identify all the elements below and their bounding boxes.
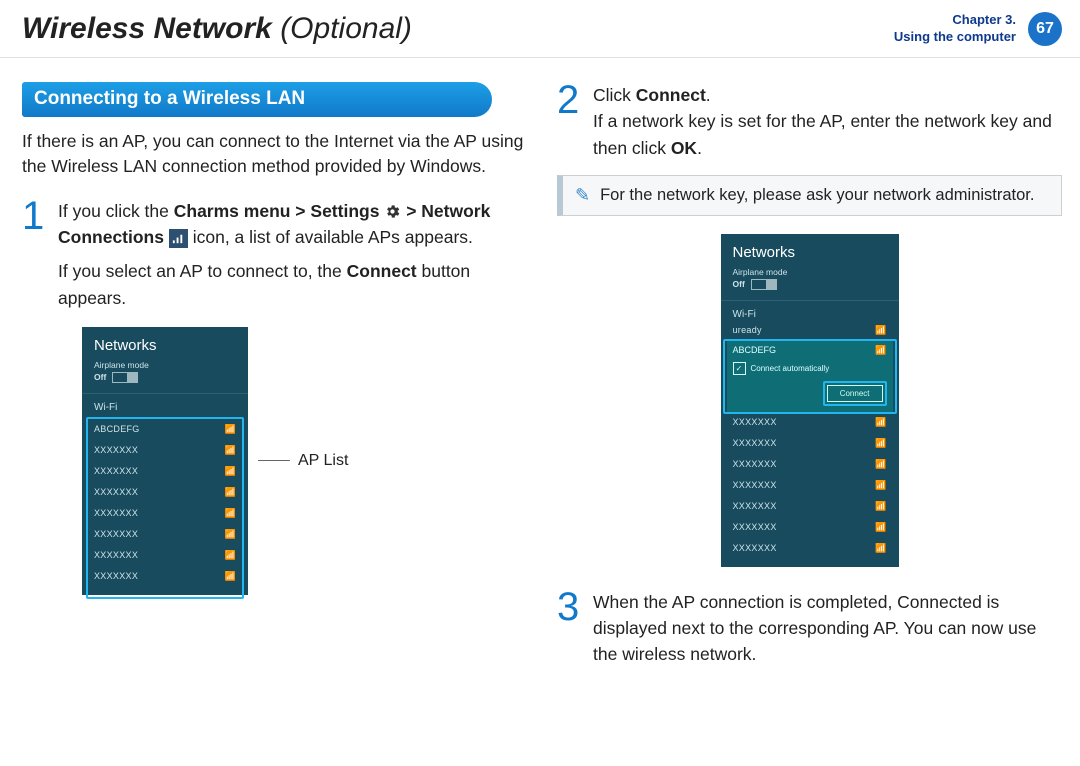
wifi-item[interactable]: XXXXXXX📶 — [82, 545, 248, 566]
page-number-badge: 67 — [1028, 12, 1062, 46]
step-3: 3 When the AP connection is completed, C… — [557, 589, 1062, 668]
chapter-sub: Using the computer — [894, 29, 1016, 45]
step-1: 1 If you click the Charms menu > Setting… — [22, 198, 527, 311]
note-text: For the network key, please ask your net… — [600, 186, 1034, 205]
airplane-label: Airplane mode — [82, 360, 248, 370]
header-right: Chapter 3. Using the computer 67 — [894, 12, 1062, 46]
step-2-number: 2 — [557, 82, 583, 161]
networks-panel-2: Networks Airplane mode Off Wi-Fi uready📶… — [721, 234, 899, 567]
step-2: 2 Click Connect. If a network key is set… — [557, 82, 1062, 161]
panel2-title: Networks — [721, 234, 899, 267]
signal-bars-icon — [169, 229, 188, 248]
wifi-item[interactable]: XXXXXXX📶 — [721, 517, 899, 538]
section-header: Connecting to a Wireless LAN — [22, 82, 492, 117]
step-1-number: 1 — [22, 198, 48, 311]
gear-icon — [384, 203, 401, 220]
page-title: Wireless Network (Optional) — [22, 12, 412, 46]
ap-list-label: AP List — [298, 452, 348, 470]
chapter-label: Chapter 3. — [894, 12, 1016, 28]
wifi-item[interactable]: XXXXXXX📶 — [82, 524, 248, 545]
left-column: Connecting to a Wireless LAN If there is… — [22, 82, 527, 682]
wifi-item[interactable]: XXXXXXX📶 — [721, 454, 899, 475]
wifi-item[interactable]: XXXXXXX📶 — [721, 496, 899, 517]
wifi-item[interactable]: XXXXXXX📶 — [82, 503, 248, 524]
connect-button[interactable]: Connect — [827, 385, 883, 402]
step-3-text: When the AP connection is completed, Con… — [593, 589, 1062, 668]
wifi-label: Wi-Fi — [82, 396, 248, 419]
page-header: Wireless Network (Optional) Chapter 3. U… — [0, 0, 1080, 58]
wifi-item[interactable]: XXXXXXX📶 — [82, 482, 248, 503]
right-column: 2 Click Connect. If a network key is set… — [557, 82, 1062, 682]
wifi-uready[interactable]: uready📶 — [721, 320, 899, 341]
wifi-item[interactable]: XXXXXXX📶 — [82, 461, 248, 482]
wifi-item[interactable]: ABCDEFG📶 — [82, 419, 248, 440]
airplane-toggle[interactable] — [112, 372, 138, 383]
wifi-item[interactable]: XXXXXXX📶 — [82, 566, 248, 587]
step-3-number: 3 — [557, 589, 583, 668]
auto-connect-checkbox[interactable]: ✓ — [733, 362, 746, 375]
networks-panel-1: Networks Airplane mode Off Wi-Fi ABCDEFG… — [82, 327, 248, 595]
panel1-title: Networks — [82, 327, 248, 360]
airplane-off: Off — [94, 372, 106, 382]
charms-path: Charms menu > Settings — [174, 201, 380, 221]
note-box: ✎ For the network key, please ask your n… — [557, 175, 1062, 216]
selected-ap[interactable]: ABCDEFG📶 ✓Connect automatically Connect — [727, 341, 893, 412]
wifi-item[interactable]: XXXXXXX📶 — [721, 475, 899, 496]
title-main: Wireless Network — [22, 12, 272, 45]
wifi-item[interactable]: XXXXXXX📶 — [721, 412, 899, 433]
note-icon: ✎ — [575, 185, 590, 206]
title-optional: (Optional) — [280, 12, 412, 45]
wifi-item[interactable]: XXXXXXX📶 — [721, 538, 899, 559]
intro-text: If there is an AP, you can connect to th… — [22, 129, 527, 180]
airplane-toggle-2[interactable] — [751, 279, 777, 290]
wifi-item[interactable]: XXXXXXX📶 — [82, 440, 248, 461]
wifi-item[interactable]: XXXXXXX📶 — [721, 433, 899, 454]
